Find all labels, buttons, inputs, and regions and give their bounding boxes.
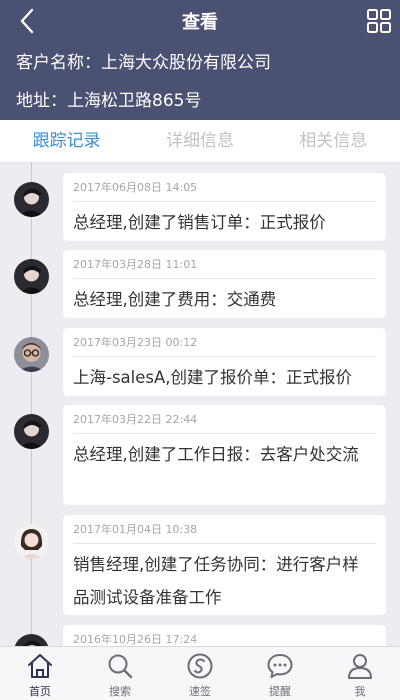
record-date: 2017年03月22日 22:44 bbox=[73, 413, 198, 426]
nav-bar: 查看 bbox=[0, 0, 400, 40]
record-text: 销售经理,创建了任务协同：进行客户样品测试设备准备工作 bbox=[73, 555, 359, 607]
customer-address: 地址：上海松卫路865号 bbox=[16, 91, 202, 111]
record-date: 2017年06月08日 14:05 bbox=[73, 181, 198, 194]
chat-bubble-icon bbox=[267, 654, 293, 678]
record-date: 2017年03月23日 00:12 bbox=[73, 336, 198, 349]
header: 查看 客户名称：上海大众股份有限公司 地址：上海松卫路865号 bbox=[0, 0, 400, 120]
record-text: 总经理,创建了费用：交通费 bbox=[73, 290, 277, 309]
divider bbox=[73, 201, 376, 202]
man-dark-icon bbox=[14, 182, 49, 217]
divider bbox=[73, 356, 376, 357]
grid-icon bbox=[367, 9, 391, 33]
avatar[interactable] bbox=[14, 634, 49, 646]
nav-label: 提醒 bbox=[269, 685, 291, 698]
record-card[interactable]: 2016年10月26日 17:24 bbox=[63, 625, 386, 646]
quick-sign-icon bbox=[187, 653, 213, 679]
home-icon bbox=[28, 654, 52, 678]
woman-icon bbox=[14, 524, 49, 559]
nav-label: 速签 bbox=[189, 685, 211, 698]
bottom-nav: 首页 搜索 速签 提醒 我 bbox=[0, 646, 400, 700]
grid-menu-button[interactable] bbox=[366, 8, 392, 34]
record-card[interactable]: 2017年06月08日 14:05 总经理,创建了销售订单：正式报价 bbox=[63, 173, 386, 241]
man-dark-icon bbox=[14, 259, 49, 294]
avatar[interactable] bbox=[14, 414, 49, 449]
nav-search[interactable]: 搜索 bbox=[80, 647, 160, 700]
record-text: 总经理,创建了工作日报：去客户处交流 bbox=[73, 445, 359, 464]
record-card[interactable]: 2017年03月22日 22:44 总经理,创建了工作日报：去客户处交流 bbox=[63, 405, 386, 505]
man-glasses-icon bbox=[14, 337, 49, 372]
page-title: 查看 bbox=[182, 12, 218, 33]
nav-home[interactable]: 首页 bbox=[0, 647, 80, 700]
man-dark-icon bbox=[14, 414, 49, 449]
nav-label: 搜索 bbox=[109, 685, 131, 698]
nav-reminder[interactable]: 提醒 bbox=[240, 647, 320, 700]
divider bbox=[73, 543, 376, 544]
tab-details[interactable]: 详细信息 bbox=[133, 120, 266, 162]
nav-label: 我 bbox=[354, 685, 366, 698]
avatar[interactable] bbox=[14, 182, 49, 217]
record-text: 上海-salesA,创建了报价单：正式报价 bbox=[73, 368, 353, 387]
user-icon bbox=[348, 654, 372, 679]
tab-related[interactable]: 相关信息 bbox=[267, 120, 400, 162]
divider bbox=[73, 278, 376, 279]
record-date: 2016年10月26日 17:24 bbox=[73, 633, 198, 646]
nav-me[interactable]: 我 bbox=[320, 647, 400, 700]
record-text: 总经理,创建了销售订单：正式报价 bbox=[73, 213, 326, 232]
record-date: 2017年03月28日 11:01 bbox=[73, 258, 198, 271]
record-card[interactable]: 2017年03月23日 00:12 上海-salesA,创建了报价单：正式报价 bbox=[63, 328, 386, 396]
record-card[interactable]: 2017年01月04日 10:38 销售经理,创建了任务协同：进行客户样品测试设… bbox=[63, 515, 386, 615]
avatar[interactable] bbox=[14, 337, 49, 372]
nav-label: 首页 bbox=[29, 685, 51, 698]
timeline[interactable]: 2017年06月08日 14:05 总经理,创建了销售订单：正式报价 2017年… bbox=[0, 163, 400, 646]
customer-name: 客户名称：上海大众股份有限公司 bbox=[16, 53, 271, 73]
record-date: 2017年01月04日 10:38 bbox=[73, 523, 198, 536]
timeline-line bbox=[31, 163, 32, 646]
nav-quick-sign[interactable]: 速签 bbox=[160, 647, 240, 700]
record-card[interactable]: 2017年03月28日 11:01 总经理,创建了费用：交通费 bbox=[63, 250, 386, 318]
avatar[interactable] bbox=[14, 259, 49, 294]
man-dark-icon bbox=[14, 634, 49, 646]
tab-tracking[interactable]: 跟踪记录 bbox=[0, 120, 133, 162]
search-icon bbox=[108, 654, 133, 679]
tab-bar: 跟踪记录 详细信息 相关信息 bbox=[0, 120, 400, 163]
avatar[interactable] bbox=[14, 524, 49, 559]
divider bbox=[73, 433, 376, 434]
